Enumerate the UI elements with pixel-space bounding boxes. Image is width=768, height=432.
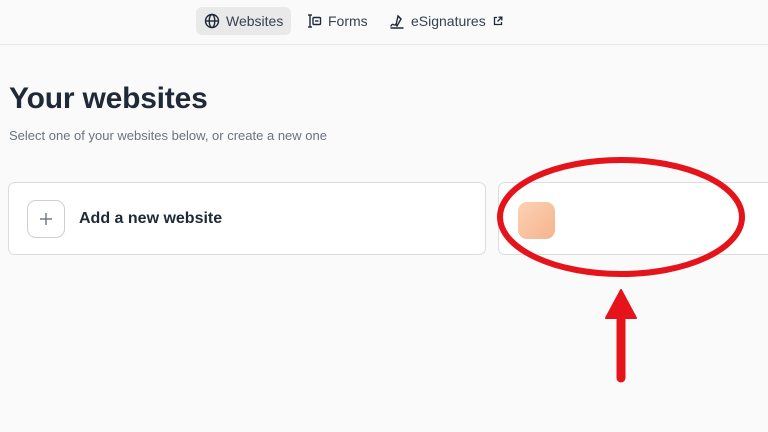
add-website-label: Add a new website: [79, 209, 223, 227]
arrow-up-icon: [605, 289, 637, 383]
nav-tab-forms[interactable]: Forms: [298, 7, 376, 35]
nav-label: Websites: [226, 13, 284, 29]
nav-tab-esignatures[interactable]: eSignatures: [381, 7, 511, 35]
nav-tab-websites[interactable]: Websites: [196, 7, 292, 35]
nav-label: Forms: [328, 13, 368, 29]
globe-icon: [204, 13, 220, 29]
plus-icon: [27, 199, 65, 238]
site-thumbnail: [518, 202, 555, 239]
page-title: Your websites: [9, 82, 208, 115]
page-subtitle: Select one of your websites below, or cr…: [9, 128, 327, 143]
nav-label: eSignatures: [411, 13, 486, 29]
page: Websites Forms eSignatures Your websites…: [0, 0, 768, 432]
external-link-icon: [493, 16, 503, 26]
add-website-card[interactable]: Add a new website: [8, 182, 486, 255]
top-nav: Websites Forms eSignatures: [0, 0, 768, 45]
form-icon: [306, 13, 322, 29]
signature-icon: [389, 13, 405, 29]
website-card[interactable]: [498, 182, 768, 255]
